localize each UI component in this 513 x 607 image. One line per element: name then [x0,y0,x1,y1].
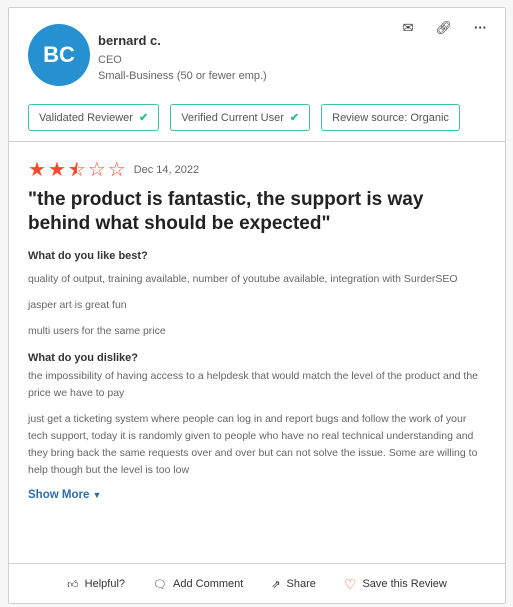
share-button[interactable]: ⇗ Share [271,578,316,591]
badge-label: Verified Current User [181,111,284,124]
show-more-label: Show More [28,489,90,501]
star-full-icon: ★ [47,159,66,181]
helpful-button[interactable]: 👍︎ Helpful? [67,578,125,591]
envelope-icon[interactable]: ✉ [403,20,414,36]
show-more-link[interactable]: Show More ▼ [28,489,487,501]
dislike-paragraph: just get a ticketing system where people… [28,413,478,476]
star-half-icon: ☆★ [67,159,86,181]
check-icon: ✔ [138,112,149,124]
add-comment-label: Add Comment [173,578,244,590]
reviewer-name[interactable]: bernard c. [98,33,161,48]
review-title: "the product is fantastic, the support i… [28,189,424,234]
dislike-heading: What do you dislike? [28,352,139,364]
ellipsis-icon[interactable]: ··· [474,20,487,36]
star-rating: ★ ★ ☆★ ☆ ☆ Dec 14, 2022 [28,160,487,180]
thumbs-up-icon: 👍︎ [67,578,79,591]
divider [9,141,505,142]
share-label: Share [286,578,316,590]
helpful-label: Helpful? [84,578,126,590]
comment-icon: 🗨︎ [153,578,167,591]
badge-label: Validated Reviewer [39,111,133,124]
like-paragraph: quality of output, training available, n… [28,273,458,285]
add-comment-button[interactable]: 🗨︎ Add Comment [153,578,243,591]
badge-validated-reviewer: Validated Reviewer ✔ [28,104,160,131]
reviewer-role: CEO [98,54,122,66]
badge-verified-user: Verified Current User ✔ [170,104,311,131]
save-review-button[interactable]: ♡ Save this Review [344,576,447,593]
like-paragraph: jasper art is great fun [28,299,127,311]
star-full-icon: ★ [28,159,46,181]
heart-icon: ♡ [343,575,357,592]
star-empty-icon: ☆ [87,159,106,181]
review-card: BC bernard c. CEO Small-Business (50 or … [8,7,506,604]
like-paragraph: multi users for the same price [28,325,166,337]
badge-label: Review source: Organic [332,111,449,124]
chevron-down-icon: ▼ [92,490,102,500]
like-heading: What do you like best? [28,250,148,262]
star-empty-icon: ☆ [107,159,126,181]
avatar: BC [28,24,90,86]
dislike-paragraph: the impossibility of having access to a … [28,370,479,399]
link-icon[interactable]: 🔗︎ [435,20,452,36]
check-icon: ✔ [289,112,300,124]
company-size: Small-Business (50 or fewer emp.) [98,70,267,82]
save-review-label: Save this Review [362,578,447,590]
review-date: Dec 14, 2022 [133,164,200,176]
share-icon: ⇗ [271,578,281,591]
badge-review-source: Review source: Organic [321,104,460,131]
